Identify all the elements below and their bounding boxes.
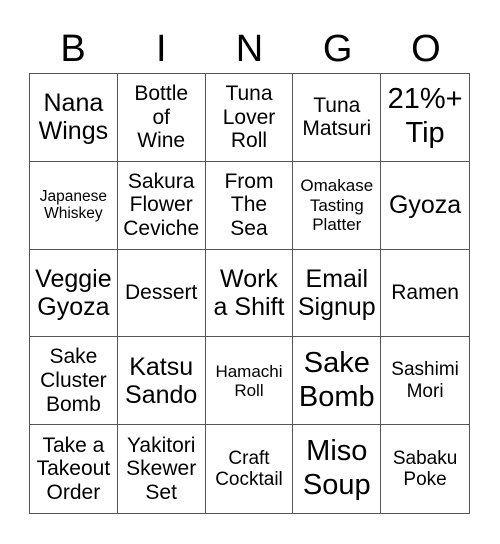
header-letter-n: N [235, 28, 264, 70]
bingo-cell[interactable]: Sabaku Poke [381, 425, 469, 513]
bingo-cell[interactable]: From The Sea [205, 161, 294, 250]
bingo-cell[interactable]: Email Signup [293, 249, 382, 338]
bingo-cell[interactable]: Gyoza [381, 162, 469, 250]
bingo-cell[interactable]: Bottle of Wine [117, 74, 206, 162]
bingo-cell[interactable]: Sashimi Mori [381, 337, 469, 426]
bingo-cell[interactable]: Veggie Gyoza [30, 249, 118, 338]
bingo-cell[interactable]: Dessert [117, 249, 206, 338]
bingo-cell[interactable]: Yakitori Skewer Set [118, 425, 206, 513]
header-letter-i: I [156, 28, 167, 70]
bingo-cell[interactable]: Craft Cocktail [206, 425, 294, 513]
bingo-cell[interactable]: Sake Cluster Bomb [30, 337, 118, 426]
bingo-cell[interactable]: Omakase Tasting Platter [293, 161, 382, 250]
header-letter-b: B [60, 28, 86, 70]
header-letter-o: O [411, 28, 441, 70]
bingo-cell[interactable]: Miso Soup [293, 425, 382, 513]
bingo-cell[interactable]: Ramen [381, 250, 469, 338]
header-letter-g: G [322, 28, 353, 70]
bingo-cell[interactable]: Nana Wings [30, 74, 118, 162]
bingo-cell[interactable]: Sake Bomb [293, 337, 382, 426]
bingo-cell[interactable]: Sakura Flower Ceviche [117, 161, 206, 250]
bingo-cell[interactable]: 21%+ Tip [381, 74, 469, 162]
bingo-header: B I N G O [29, 26, 470, 72]
bingo-cell[interactable]: Hamachi Roll [205, 337, 294, 426]
bingo-cell[interactable]: Work a Shift [205, 249, 294, 338]
bingo-cell[interactable]: Tuna Matsuri [293, 74, 382, 162]
bingo-cell[interactable]: Japanese Whiskey [30, 161, 118, 250]
bingo-card-grid: Nana Wings Bottle of Wine Tuna Lover Rol… [29, 73, 470, 514]
bingo-cell[interactable]: Tuna Lover Roll [205, 74, 294, 162]
bingo-cell[interactable]: Take a Takeout Order [30, 425, 118, 513]
bingo-cell[interactable]: Katsu Sando [117, 337, 206, 426]
